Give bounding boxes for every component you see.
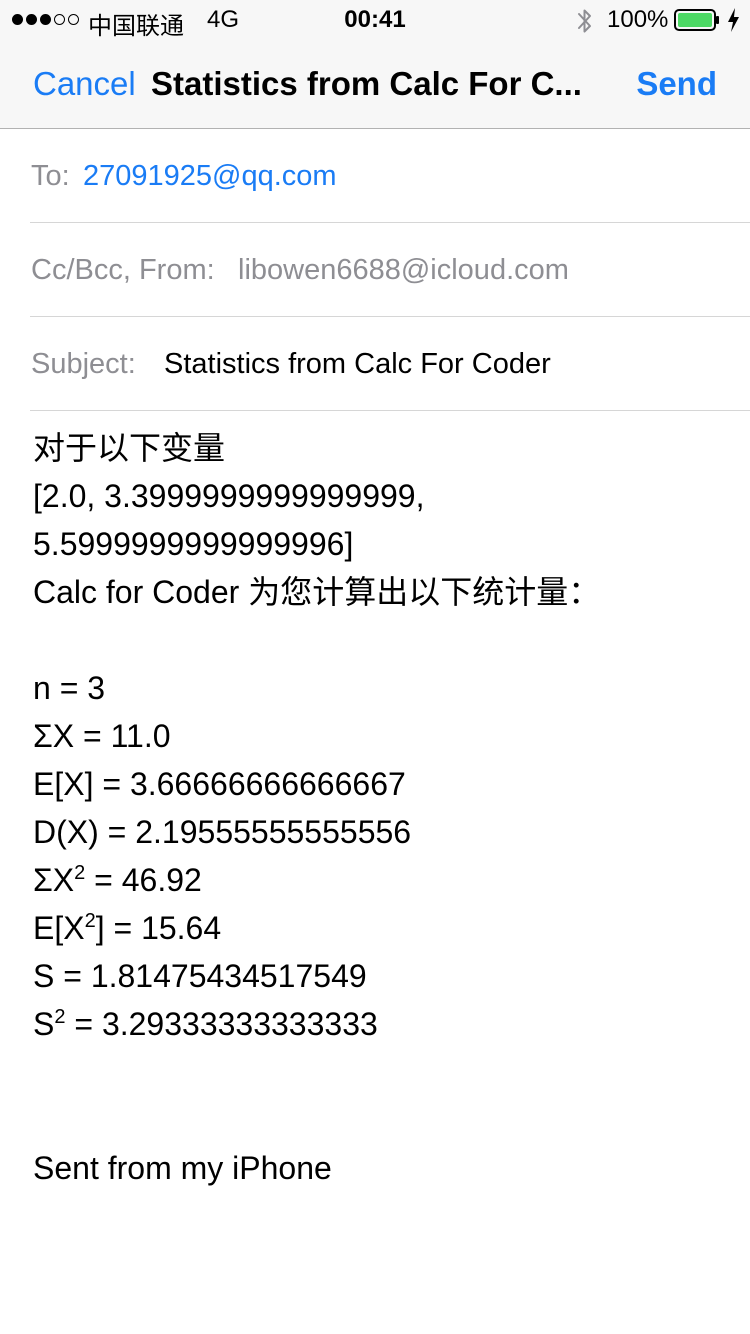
compose-title: Statistics from Calc For C... (151, 65, 582, 102)
subject-value[interactable]: Statistics from Calc For Coder (164, 346, 551, 382)
message-body[interactable]: 对于以下变量 [2.0, 3.3999999999999999, 5.59999… (33, 424, 723, 1192)
battery-icon (674, 9, 719, 31)
superscript-two: 2 (74, 862, 86, 884)
stat-n: n = 3 (33, 670, 106, 706)
stat-sum-x-squared-value: = 46.92 (85, 862, 202, 898)
top-bar: 中国联通 4G 00:41 100% Cancel Statistics fro… (0, 0, 750, 129)
from-address[interactable]: libowen6688@icloud.com (238, 252, 569, 288)
to-label: To: (31, 160, 70, 192)
subject-field[interactable]: Subject: Statistics from Calc For Coder (30, 317, 750, 411)
superscript-two: 2 (84, 910, 96, 932)
body-intro: 对于以下变量 (33, 430, 226, 466)
body-summary: Calc for Coder 为您计算出以下统计量： (33, 574, 601, 610)
stat-mean-x-squared-value: ] = 15.64 (95, 910, 222, 946)
stat-sum-x: ΣX = 11.0 (33, 718, 171, 754)
send-button[interactable]: Send (636, 64, 717, 104)
superscript-two: 2 (54, 1006, 66, 1028)
battery-percent: 100% (607, 6, 669, 33)
stat-sample-variance: S2 = 3.29333333333333 (33, 1000, 723, 1048)
stat-std-dev: S = 1.81475434517549 (33, 958, 367, 994)
stat-mean-x-squared: E[X2] = 15.64 (33, 904, 723, 952)
cc-bcc-from-field[interactable]: Cc/Bcc, From: libowen6688@icloud.com (30, 223, 750, 317)
stat-mean: E[X] = 3.66666666666667 (33, 766, 406, 802)
stat-sum-x-squared: ΣX2 = 46.92 (33, 856, 723, 904)
body-values-line-2: 5.5999999999999996] (33, 526, 354, 562)
status-bar: 中国联通 4G 00:41 100% (0, 0, 750, 40)
bluetooth-icon (578, 9, 591, 33)
cc-bcc-from-label: Cc/Bcc, From: (31, 254, 215, 286)
stat-sample-variance-value: = 3.29333333333333 (65, 1006, 378, 1042)
charging-bolt-icon (728, 8, 739, 32)
stat-variance: D(X) = 2.19555555555556 (33, 814, 412, 850)
subject-label: Subject: (31, 348, 136, 380)
stat-sample-variance-prefix: S (33, 1006, 55, 1042)
to-recipient[interactable]: 27091925@qq.com (83, 158, 337, 194)
stat-mean-x-squared-prefix: E[X (33, 910, 85, 946)
signature: Sent from my iPhone (33, 1150, 332, 1186)
to-field[interactable]: To: 27091925@qq.com (30, 129, 750, 223)
cancel-button[interactable]: Cancel (33, 64, 136, 104)
body-values-line-1: [2.0, 3.3999999999999999, (33, 478, 425, 514)
stat-sum-x-squared-prefix: ΣX (33, 862, 75, 898)
